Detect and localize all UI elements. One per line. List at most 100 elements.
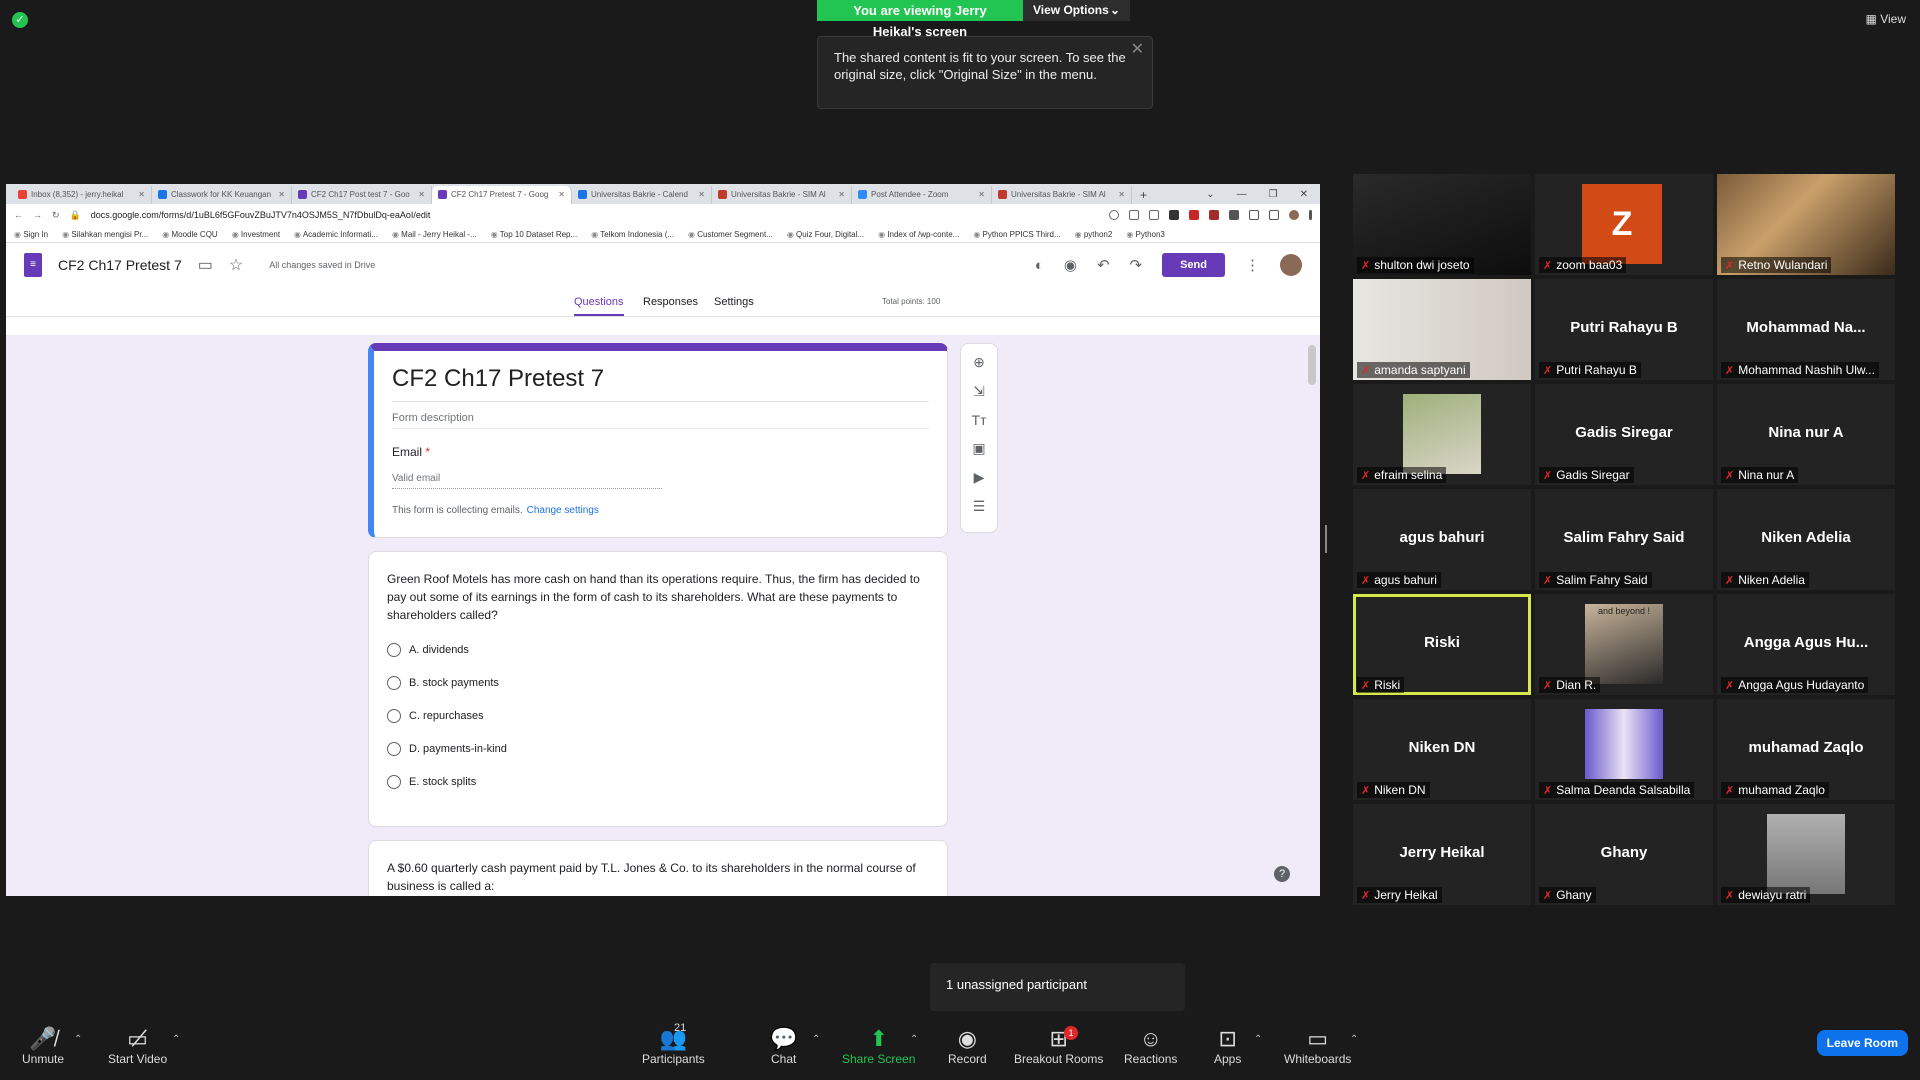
close-icon[interactable]: ✕ — [558, 190, 565, 200]
redo-icon[interactable]: ↷ — [1130, 256, 1143, 274]
browser-tab[interactable]: Universitas Bakrie - SIM Al ✕ — [992, 186, 1132, 204]
browser-tab[interactable]: CF2 Ch17 Post test 7 - Goo ✕ — [292, 186, 432, 204]
chevron-up-icon[interactable]: ⌃ — [910, 1034, 918, 1045]
participant-tile[interactable]: Angga Agus Hu... ✗ Angga Agus Hudayanto — [1717, 594, 1895, 695]
new-tab-button[interactable]: + — [1132, 186, 1155, 204]
back-icon[interactable]: ← — [14, 210, 23, 220]
bookmark-item[interactable]: Quiz Four, Digital... — [787, 230, 864, 239]
close-icon[interactable]: ✕ — [1131, 41, 1144, 58]
chevron-up-icon[interactable]: ⌃ — [812, 1034, 820, 1045]
chevron-up-icon[interactable]: ⌃ — [1254, 1034, 1262, 1045]
participant-tile[interactable]: Riski ✗ Riski — [1353, 594, 1531, 695]
participant-tile[interactable]: Putri Rahayu B ✗ Putri Rahayu B — [1535, 279, 1713, 380]
bookmark-item[interactable]: Academic Informati... — [294, 230, 378, 239]
close-icon[interactable]: ✕ — [698, 190, 705, 200]
participant-tile[interactable]: and beyond ! ✗ Dian R. — [1535, 594, 1713, 695]
folder-icon[interactable]: ▭ — [198, 255, 213, 275]
chevron-up-icon[interactable]: ⌃ — [74, 1034, 82, 1045]
profile-avatar[interactable] — [1289, 210, 1299, 220]
split-divider-handle[interactable] — [1325, 525, 1327, 553]
question-card[interactable]: Green Roof Motels has more cash on hand … — [368, 551, 948, 827]
add-image-icon[interactable]: ▣ — [972, 440, 985, 457]
chevron-down-icon[interactable]: ⌄ — [1206, 186, 1214, 204]
participant-tile[interactable]: Gadis Siregar ✗ Gadis Siregar — [1535, 384, 1713, 485]
browser-tab[interactable]: Universitas Bakrie - Calend ✕ — [572, 186, 712, 204]
record-button[interactable]: ◉ Record — [948, 1026, 987, 1066]
participant-tile[interactable]: muhamad Zaqlo ✗ muhamad Zaqlo — [1717, 699, 1895, 800]
participant-tile[interactable]: Niken DN ✗ Niken DN — [1353, 699, 1531, 800]
close-icon[interactable]: ✕ — [1118, 190, 1125, 200]
option-item[interactable]: C. repurchases — [387, 709, 929, 723]
extension-icon[interactable] — [1209, 210, 1219, 220]
radio-button[interactable] — [387, 775, 401, 789]
close-icon[interactable]: ✕ — [838, 190, 845, 200]
send-button[interactable]: Send — [1162, 253, 1225, 277]
browser-tab[interactable]: Post Attendee - Zoom ✕ — [852, 186, 992, 204]
scrollbar[interactable] — [1308, 345, 1316, 385]
participant-tile[interactable]: Salim Fahry Said ✗ Salim Fahry Said — [1535, 489, 1713, 590]
preview-eye-icon[interactable]: ◉ — [1064, 256, 1077, 274]
option-item[interactable]: B. stock payments — [387, 676, 929, 690]
bookmark-item[interactable]: python2 — [1075, 230, 1112, 239]
close-icon[interactable]: ✕ — [418, 190, 425, 200]
participant-tile[interactable]: Jerry Heikal ✗ Jerry Heikal — [1353, 804, 1531, 905]
menu-icon[interactable] — [1309, 210, 1312, 220]
forward-icon[interactable]: → — [33, 210, 42, 220]
undo-icon[interactable]: ↶ — [1097, 256, 1110, 274]
chat-button[interactable]: 💬 Chat — [770, 1026, 797, 1066]
apps-button[interactable]: ⊡ Apps — [1214, 1026, 1241, 1066]
start-video-button[interactable]: ▭̸ Start Video — [108, 1026, 167, 1066]
sidebar-icon[interactable] — [1269, 210, 1279, 220]
view-options-button[interactable]: View Options ⌄ — [1023, 0, 1130, 21]
reactions-button[interactable]: ☺ Reactions — [1124, 1026, 1177, 1066]
bookmark-item[interactable]: Silahkan mengisi Pr... — [62, 230, 148, 239]
breakout-rooms-button[interactable]: ⊞ 1 Breakout Rooms — [1014, 1026, 1103, 1066]
bookmark-item[interactable]: Top 10 Dataset Rep... — [491, 230, 577, 239]
minimize-icon[interactable]: — — [1237, 186, 1247, 204]
forms-logo-icon[interactable]: ≡ — [24, 253, 42, 277]
bookmark-item[interactable]: Investment — [232, 230, 280, 239]
form-title[interactable]: CF2 Ch17 Pretest 7 — [392, 365, 929, 402]
bookmark-item[interactable]: Telkom Indonesia (... — [591, 230, 674, 239]
leave-room-button[interactable]: Leave Room — [1816, 1030, 1908, 1056]
add-title-icon[interactable]: Tт — [972, 412, 987, 428]
browser-tab[interactable]: Universitas Bakrie - SIM Al ✕ — [712, 186, 852, 204]
add-question-icon[interactable]: ⊕ — [973, 354, 985, 371]
participant-tile[interactable]: agus bahuri ✗ agus bahuri — [1353, 489, 1531, 590]
add-video-icon[interactable]: ▶ — [974, 469, 985, 486]
radio-button[interactable] — [387, 643, 401, 657]
avatar[interactable] — [1280, 254, 1302, 276]
participant-tile[interactable]: Nina nur A ✗ Nina nur A — [1717, 384, 1895, 485]
import-questions-icon[interactable]: ⇲ — [973, 383, 985, 400]
chevron-up-icon[interactable]: ⌃ — [172, 1034, 180, 1045]
tab-responses[interactable]: Responses — [643, 296, 698, 308]
bookmark-item[interactable]: Sign In — [14, 230, 48, 239]
participant-tile[interactable]: Niken Adelia ✗ Niken Adelia — [1717, 489, 1895, 590]
extension-icon[interactable] — [1169, 210, 1179, 220]
view-button[interactable]: ▦ View — [1866, 12, 1906, 26]
radio-button[interactable] — [387, 742, 401, 756]
bookmark-item[interactable]: Customer Segment... — [688, 230, 773, 239]
mendeley-icon[interactable] — [1189, 210, 1199, 220]
close-icon[interactable]: ✕ — [978, 190, 985, 200]
restore-icon[interactable]: ❐ — [1269, 186, 1278, 204]
participant-tile[interactable]: ✗ amanda saptyani — [1353, 279, 1531, 380]
browser-tab[interactable]: Inbox (8,352) - jerry.heikal ✕ — [12, 186, 152, 204]
form-title-card[interactable]: CF2 Ch17 Pretest 7 Form description Emai… — [368, 343, 948, 538]
doc-title[interactable]: CF2 Ch17 Pretest 7 — [58, 257, 182, 273]
participant-tile[interactable]: Z ✗ zoom baa03 — [1535, 174, 1713, 275]
browser-tab[interactable]: CF2 Ch17 Pretest 7 - Goog ✕ — [432, 186, 572, 204]
chevron-up-icon[interactable]: ⌃ — [1350, 1034, 1358, 1045]
star-icon[interactable] — [1149, 210, 1159, 220]
close-icon[interactable]: ✕ — [1300, 186, 1308, 204]
participants-button[interactable]: 👥 21 Participants — [642, 1022, 705, 1066]
radio-button[interactable] — [387, 676, 401, 690]
zoom-icon[interactable] — [1109, 210, 1119, 220]
share-icon[interactable] — [1129, 210, 1139, 220]
participant-tile[interactable]: Mohammad Na... ✗ Mohammad Nashih Ulw... — [1717, 279, 1895, 380]
participant-tile[interactable]: ✗ Retno Wulandari — [1717, 174, 1895, 275]
close-icon[interactable]: ✕ — [138, 190, 145, 200]
bookmark-item[interactable]: Moodle CQU — [162, 230, 217, 239]
participant-tile[interactable]: ✗ efraim selina — [1353, 384, 1531, 485]
bookmark-item[interactable]: Index of /wp-conte... — [878, 230, 959, 239]
